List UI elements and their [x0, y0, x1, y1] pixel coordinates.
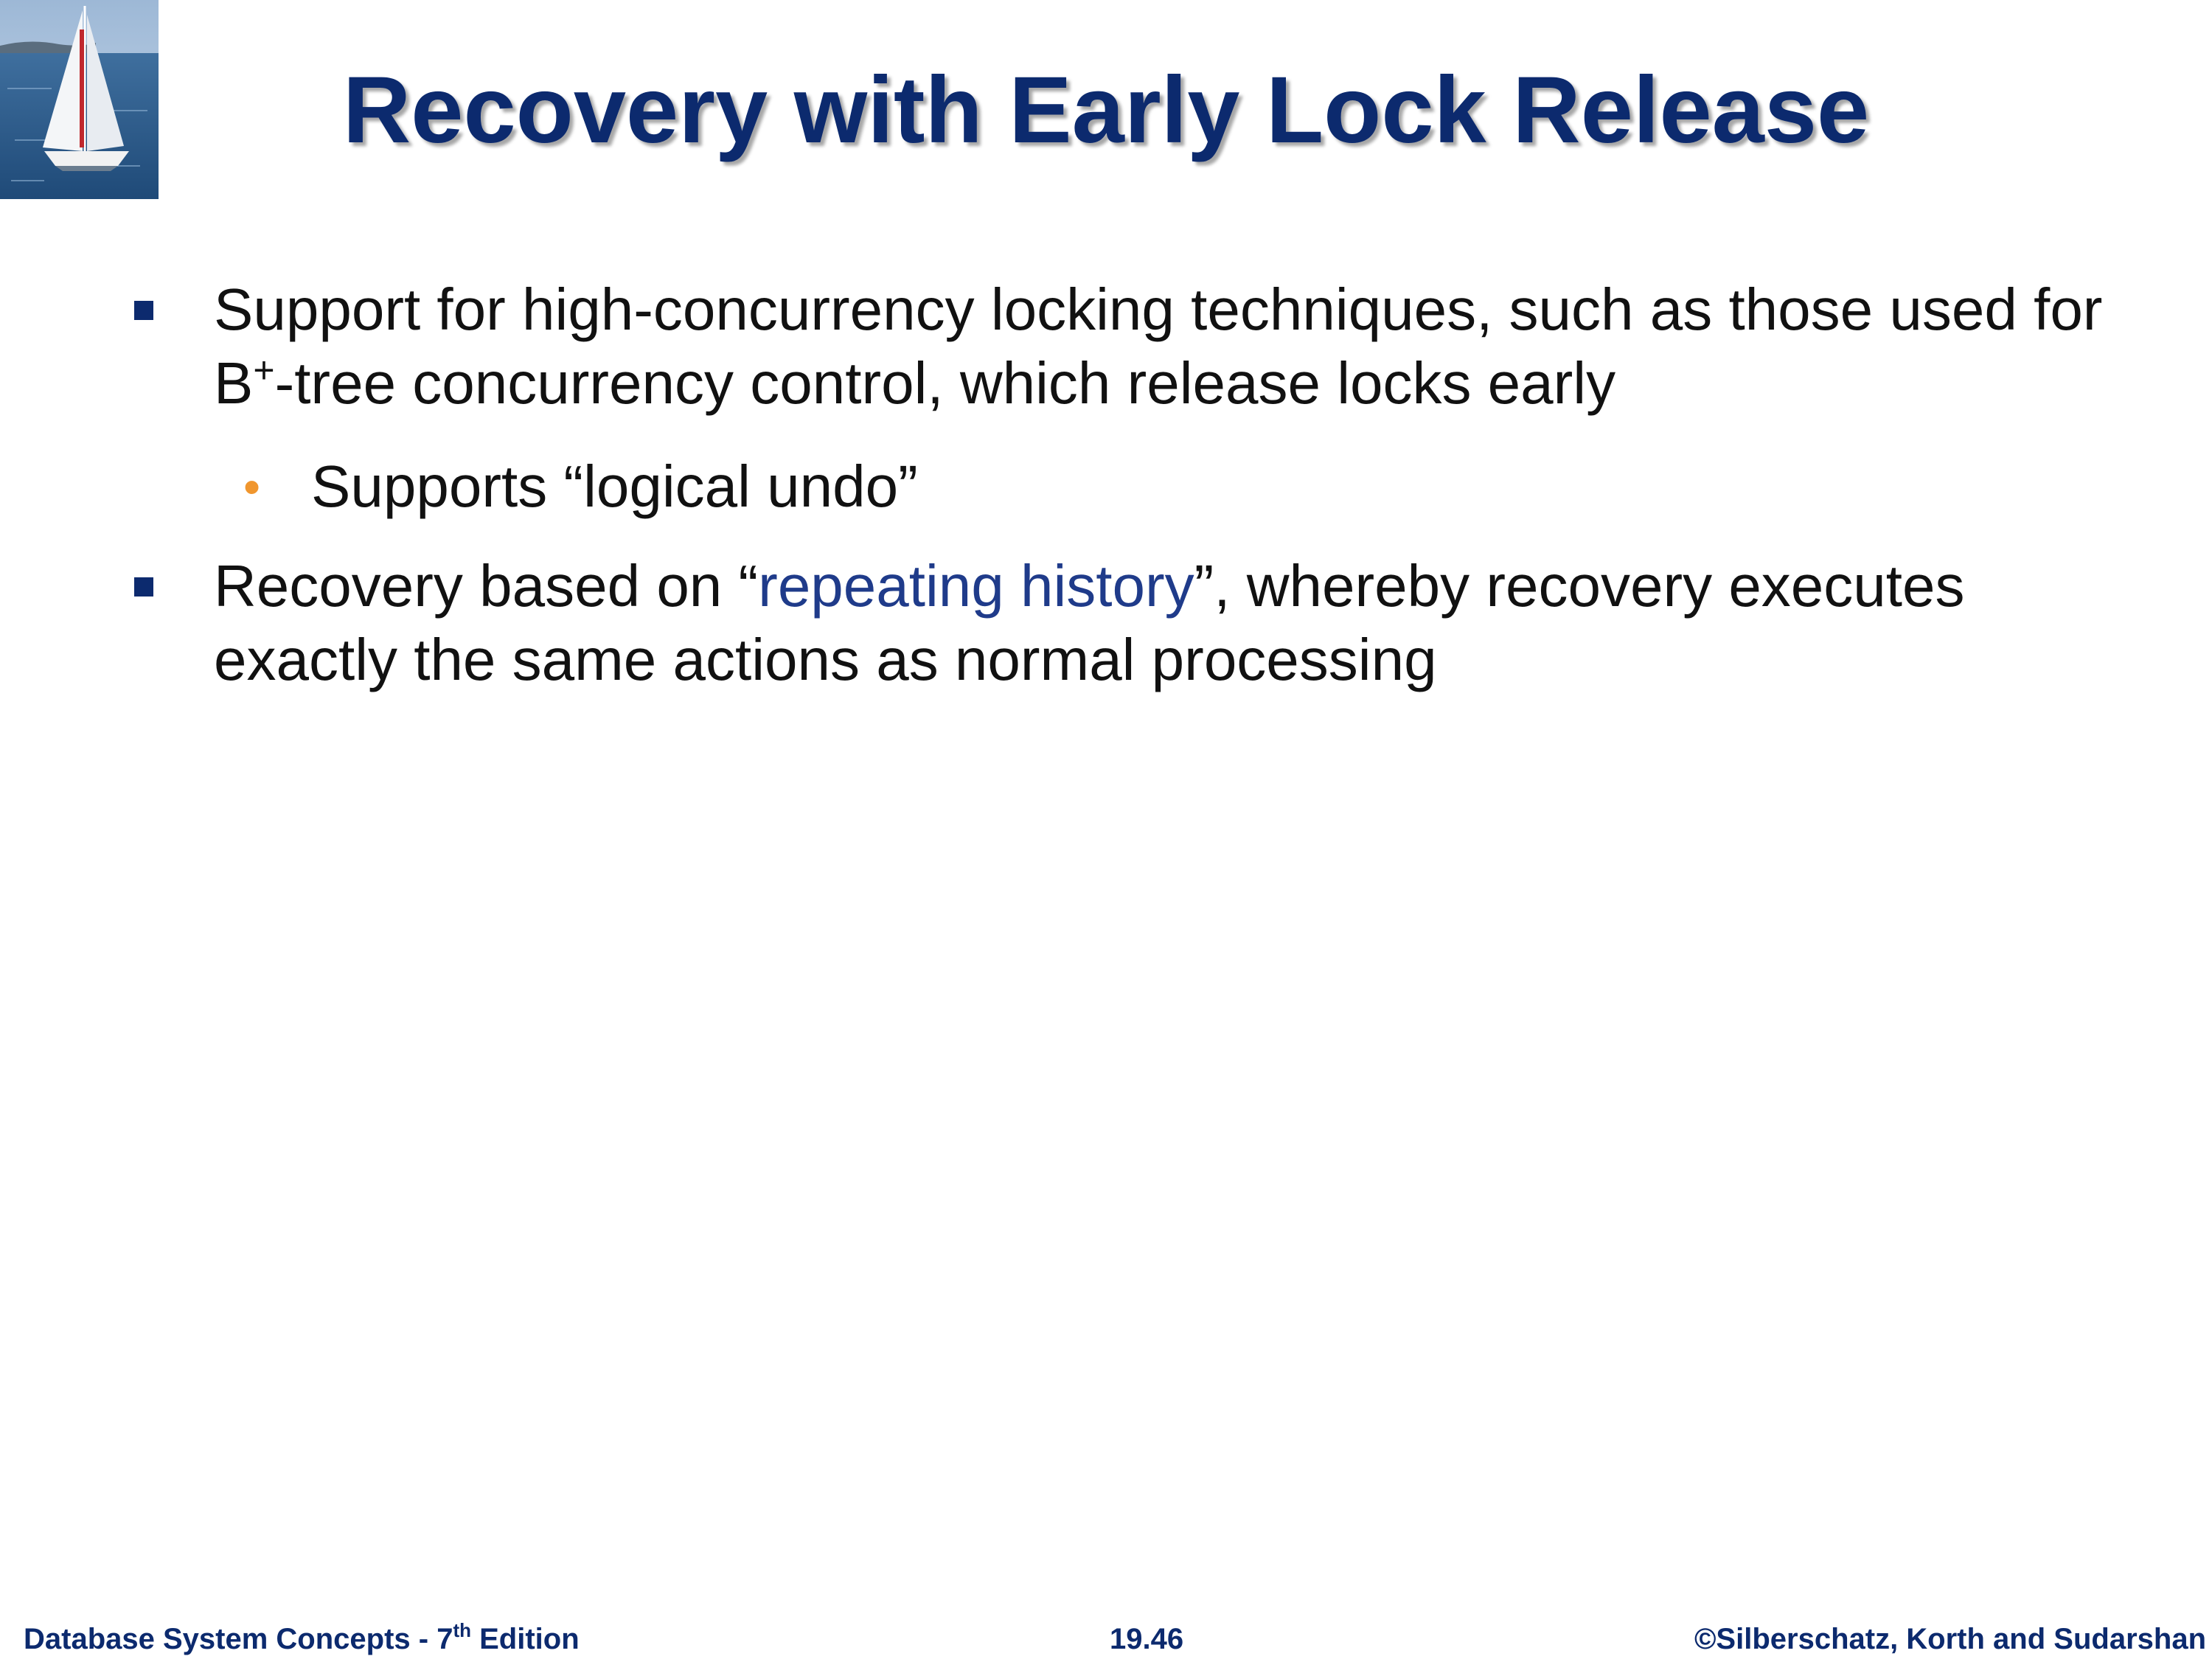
bullet-item-1: Support for high-concurrency locking tec… — [134, 273, 2124, 420]
bullet-2-quote-close: ” — [1194, 553, 1214, 619]
sailboat-logo — [0, 0, 159, 199]
bullet-2-text-before: Recovery based on — [214, 553, 739, 619]
sub-bullet-1-text-before: Supports — [311, 453, 564, 519]
footer-book-title-suffix: Edition — [471, 1623, 580, 1655]
page-number: 19.46 — [1110, 1623, 1184, 1655]
sailboat-image — [0, 0, 159, 199]
footer-book-title-text: Database System Concepts - 7 — [24, 1623, 453, 1655]
slide-footer: Database System Concepts - 7th Edition 1… — [0, 1621, 2212, 1658]
square-bullet-icon — [134, 301, 153, 320]
sub-bullet-1-quote-open: “ — [563, 453, 584, 519]
footer-book-title: Database System Concepts - 7th Edition — [24, 1621, 580, 1658]
slide-title: Recovery with Early Lock Release — [342, 58, 1870, 163]
bullet-2-quote-open: “ — [738, 553, 759, 619]
bullet-1-text-part2: -tree concurrency control, which release… — [274, 350, 1616, 416]
bullet-1-superscript: + — [253, 349, 275, 391]
bullet-2-highlight: repeating history — [758, 553, 1194, 619]
square-bullet-icon — [134, 577, 153, 597]
sub-bullet-1-quote-close: ” — [898, 453, 918, 519]
dot-bullet-icon: • — [243, 459, 261, 514]
sub-bullet-item-1: • Supports “logical undo” — [243, 450, 2081, 524]
bullet-item-2: Recovery based on “repeating history”, w… — [134, 549, 2124, 697]
footer-copyright: ©Silberschatz, Korth and Sudarshan — [1694, 1623, 2206, 1655]
footer-book-title-sup: th — [453, 1619, 471, 1641]
sub-bullet-1-quoted: logical undo — [583, 453, 899, 519]
